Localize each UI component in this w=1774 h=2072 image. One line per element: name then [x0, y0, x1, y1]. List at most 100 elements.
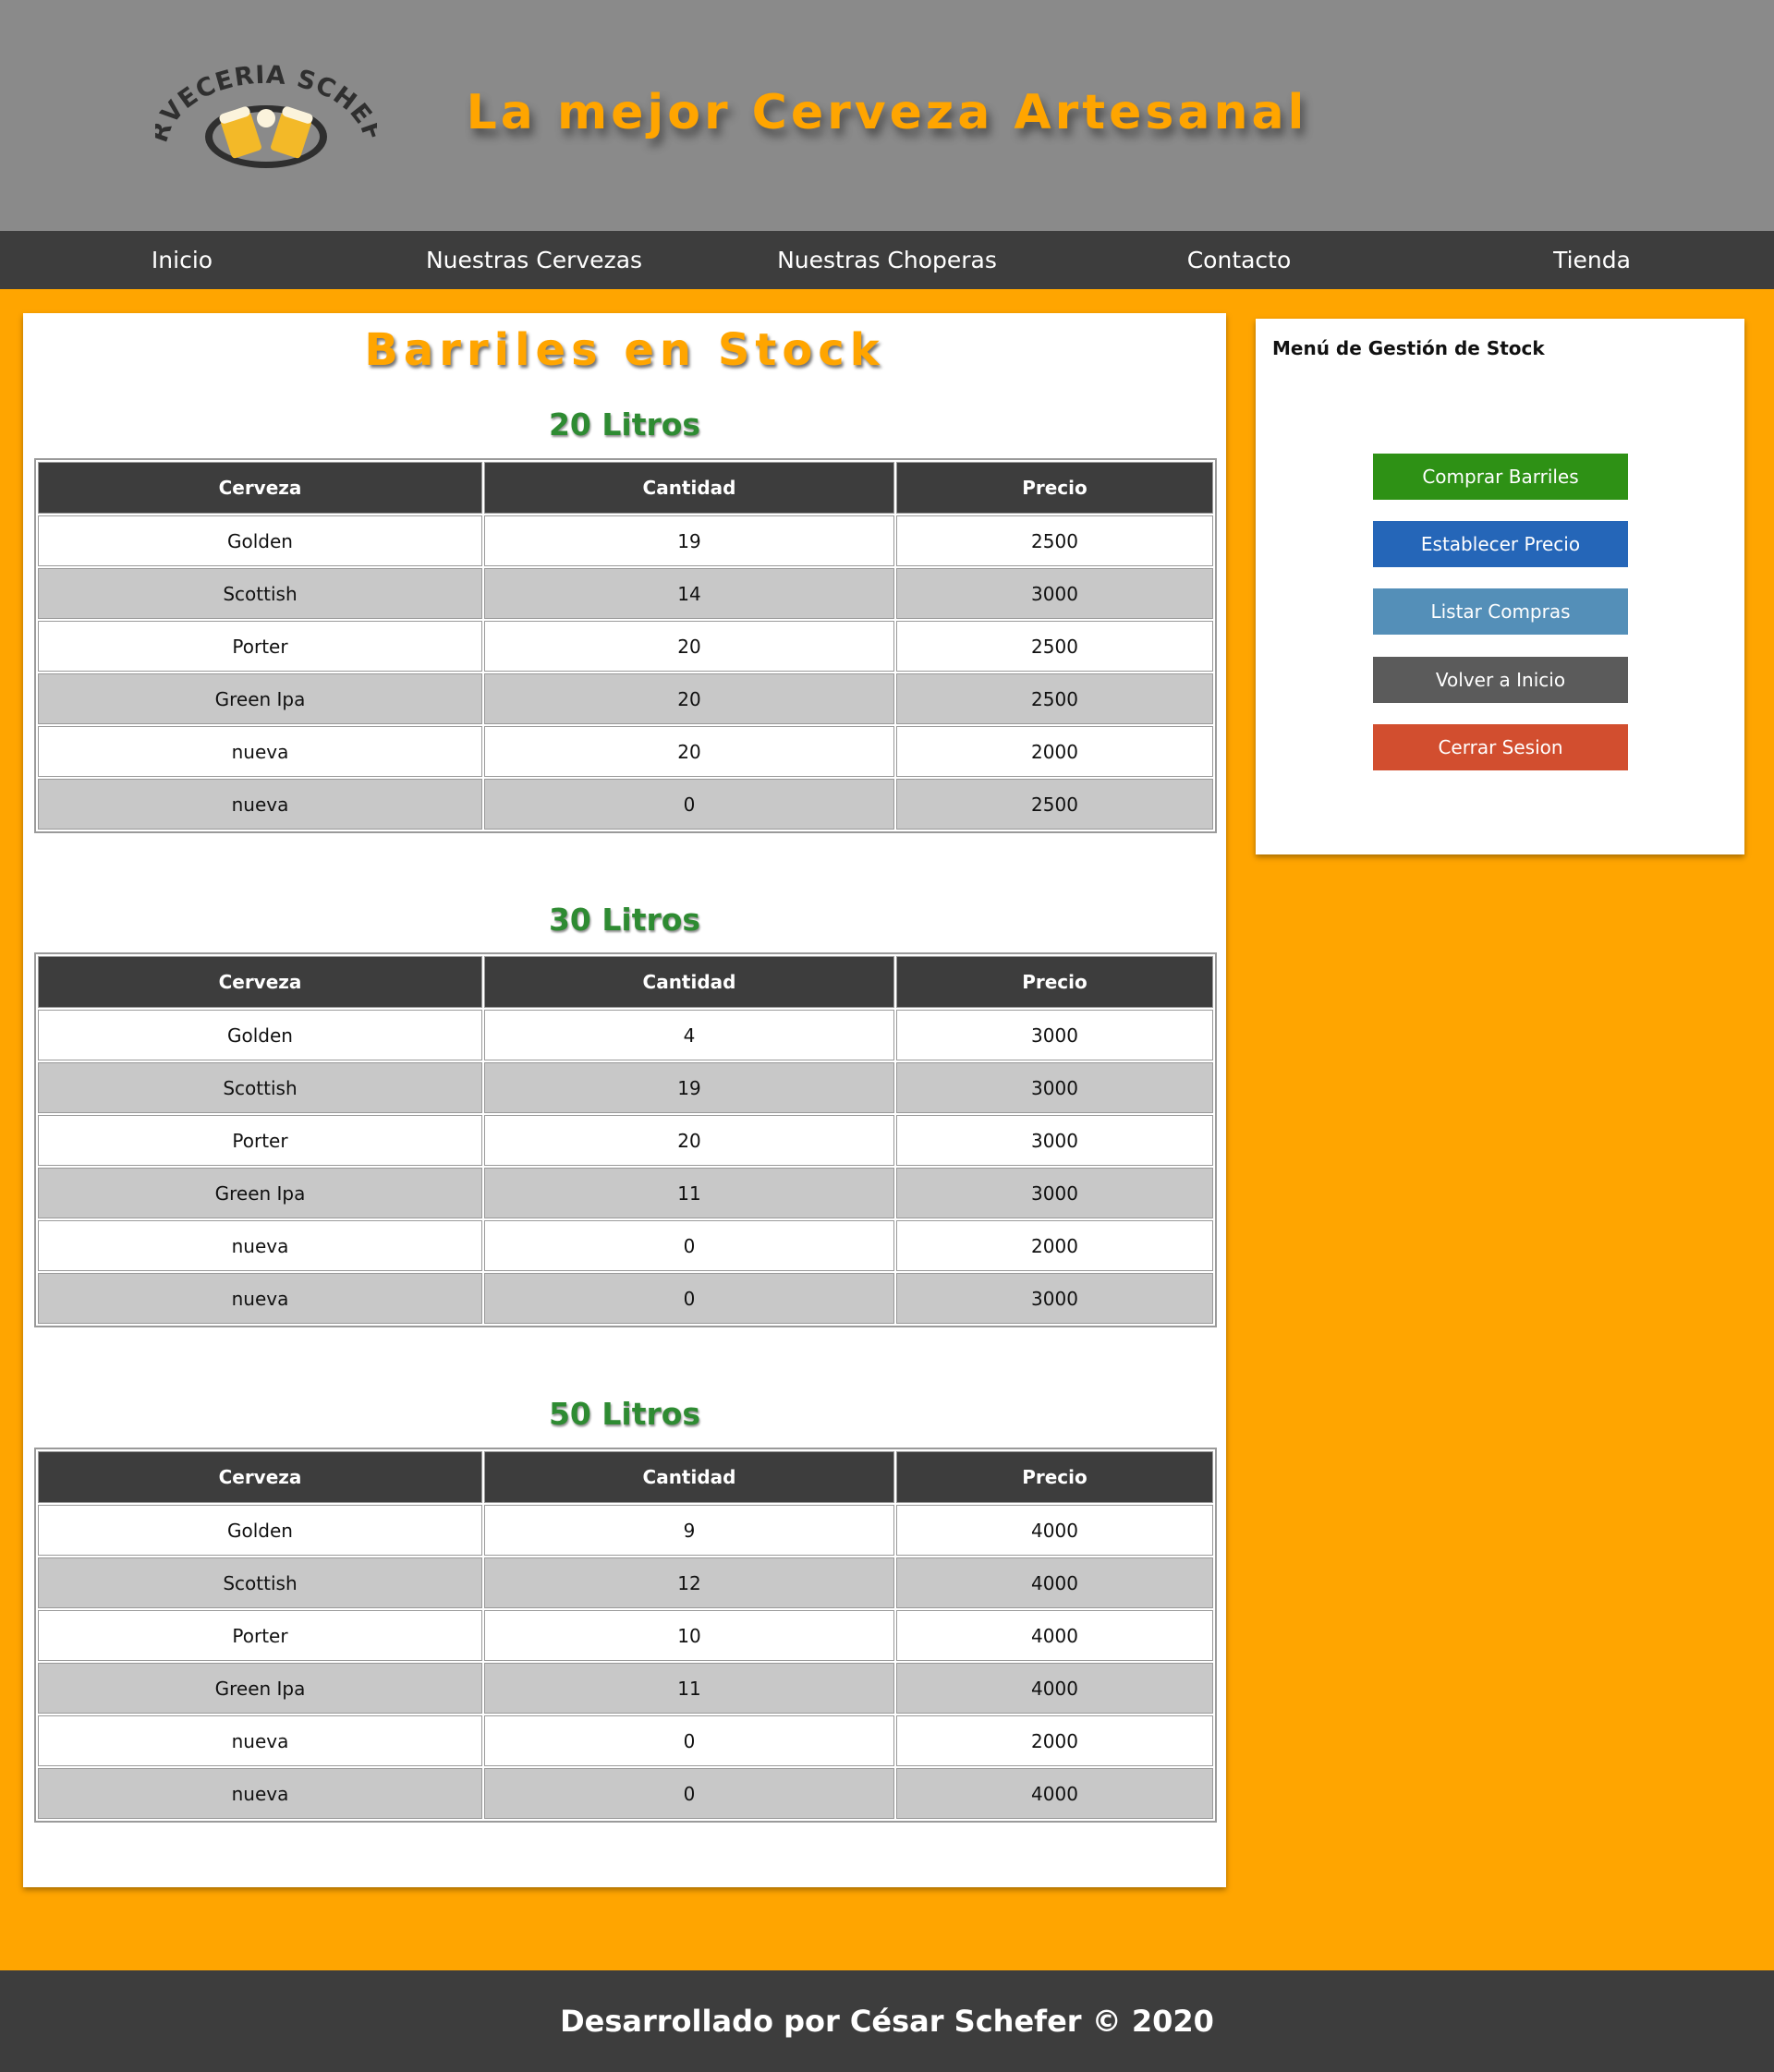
cell-precio: 3000	[896, 1062, 1213, 1113]
cell-cerveza: nueva	[38, 1768, 482, 1819]
cell-cerveza: Porter	[38, 1610, 482, 1661]
cell-cantidad: 20	[484, 673, 894, 724]
cell-precio: 3000	[896, 1273, 1213, 1324]
column-header-precio: Precio	[896, 956, 1213, 1008]
table-row: Porter 20 2500	[38, 621, 1213, 672]
cell-precio: 2500	[896, 779, 1213, 830]
column-header-cerveza: Cerveza	[38, 1451, 482, 1503]
site-footer: Desarrollado por César Schefer © 2020	[0, 1970, 1774, 2072]
cell-cerveza: Green Ipa	[38, 1663, 482, 1714]
cell-cantidad: 20	[484, 621, 894, 672]
cell-cerveza: Scottish	[38, 1062, 482, 1113]
column-header-cantidad: Cantidad	[484, 462, 894, 514]
cell-cerveza: nueva	[38, 1715, 482, 1766]
establecer-precio-button[interactable]: Establecer Precio	[1373, 521, 1628, 567]
table-row: Green Ipa 11 3000	[38, 1168, 1213, 1218]
cell-cerveza: Scottish	[38, 568, 482, 619]
nav-item-nuestras-choperas[interactable]: Nuestras Choperas	[710, 231, 1064, 289]
cell-precio: 4000	[896, 1663, 1213, 1714]
column-header-precio: Precio	[896, 462, 1213, 514]
cell-cantidad: 0	[484, 779, 894, 830]
cerrar-sesion-button[interactable]: Cerrar Sesion	[1373, 724, 1628, 770]
table-row: nueva 0 3000	[38, 1273, 1213, 1324]
cell-cerveza: nueva	[38, 779, 482, 830]
column-header-cerveza: Cerveza	[38, 956, 482, 1008]
menu-title: Menú de Gestión de Stock	[1272, 337, 1545, 359]
table-row: nueva 0 2500	[38, 779, 1213, 830]
footer-credits: Desarrollado por César Schefer © 2020	[560, 2004, 1214, 2039]
cell-precio: 4000	[896, 1610, 1213, 1661]
table-row: nueva 0 2000	[38, 1715, 1213, 1766]
column-header-cantidad: Cantidad	[484, 1451, 894, 1503]
cell-cerveza: nueva	[38, 1273, 482, 1324]
nav-item-inicio[interactable]: Inicio	[5, 231, 359, 289]
comprar-barriles-button[interactable]: Comprar Barriles	[1373, 454, 1628, 500]
column-header-cerveza: Cerveza	[38, 462, 482, 514]
cell-cantidad: 9	[484, 1505, 894, 1556]
cell-precio: 4000	[896, 1768, 1213, 1819]
table-row: Porter 20 3000	[38, 1115, 1213, 1166]
cell-cerveza: Golden	[38, 1505, 482, 1556]
cell-cerveza: Scottish	[38, 1557, 482, 1608]
site-title: La mejor Cerveza Artesanal	[466, 85, 1308, 140]
cell-precio: 2500	[896, 673, 1213, 724]
cell-precio: 2000	[896, 1715, 1213, 1766]
stock-management-menu: Menú de Gestión de Stock Comprar Barrile…	[1256, 319, 1744, 854]
page-title: Barriles en Stock	[364, 324, 885, 376]
cell-cantidad: 4	[484, 1010, 894, 1060]
table-row: Green Ipa 11 4000	[38, 1663, 1213, 1714]
table-header-row: Cerveza Cantidad Precio	[38, 1451, 1213, 1503]
cell-cerveza: Golden	[38, 1010, 482, 1060]
cell-precio: 3000	[896, 1115, 1213, 1166]
cell-cerveza: nueva	[38, 1220, 482, 1271]
table-row: Porter 10 4000	[38, 1610, 1213, 1661]
stock-table-50-litros: Cerveza Cantidad Precio Golden 9 4000 Scot…	[34, 1448, 1217, 1823]
listar-compras-button[interactable]: Listar Compras	[1373, 588, 1628, 635]
cell-precio: 4000	[896, 1557, 1213, 1608]
table-row: Golden 4 3000	[38, 1010, 1213, 1060]
main-nav: Inicio Nuestras Cervezas Nuestras Choper…	[0, 231, 1774, 289]
cell-precio: 2000	[896, 726, 1213, 777]
cell-precio: 4000	[896, 1505, 1213, 1556]
cell-cantidad: 11	[484, 1663, 894, 1714]
cell-cantidad: 0	[484, 1715, 894, 1766]
nav-item-contacto[interactable]: Contacto	[1062, 231, 1416, 289]
cell-precio: 2500	[896, 515, 1213, 566]
cell-cerveza: Golden	[38, 515, 482, 566]
cell-precio: 2500	[896, 621, 1213, 672]
table-header-row: Cerveza Cantidad Precio	[38, 956, 1213, 1008]
cell-cerveza: Porter	[38, 621, 482, 672]
cell-precio: 3000	[896, 1010, 1213, 1060]
nav-item-tienda[interactable]: Tienda	[1415, 231, 1769, 289]
cell-cantidad: 19	[484, 515, 894, 566]
cell-cantidad: 14	[484, 568, 894, 619]
cell-precio: 2000	[896, 1220, 1213, 1271]
cell-precio: 3000	[896, 568, 1213, 619]
volver-a-inicio-button[interactable]: Volver a Inicio	[1373, 657, 1628, 703]
cell-cantidad: 0	[484, 1768, 894, 1819]
table-row: Scottish 19 3000	[38, 1062, 1213, 1113]
cell-cantidad: 20	[484, 726, 894, 777]
nav-item-nuestras-cervezas[interactable]: Nuestras Cervezas	[357, 231, 711, 289]
table-row: nueva 0 2000	[38, 1220, 1213, 1271]
table-row: nueva 20 2000	[38, 726, 1213, 777]
stock-panel: Barriles en Stock 20 Litros Cerveza Cant…	[23, 313, 1226, 1887]
cell-cerveza: nueva	[38, 726, 482, 777]
cell-cerveza: Green Ipa	[38, 673, 482, 724]
cell-cantidad: 0	[484, 1220, 894, 1271]
table-row: nueva 0 4000	[38, 1768, 1213, 1819]
column-header-cantidad: Cantidad	[484, 956, 894, 1008]
stock-table-30-litros: Cerveza Cantidad Precio Golden 4 3000 Scot…	[34, 952, 1217, 1327]
cell-cantidad: 0	[484, 1273, 894, 1324]
section-title-30-litros: 30 Litros	[548, 902, 701, 938]
section-title-50-litros: 50 Litros	[548, 1396, 701, 1432]
table-row: Scottish 14 3000	[38, 568, 1213, 619]
site-header: CERVECERIA SCHEFER La mejor Cerveza Arte…	[0, 0, 1774, 231]
cell-cerveza: Green Ipa	[38, 1168, 482, 1218]
table-row: Golden 9 4000	[38, 1505, 1213, 1556]
cell-cantidad: 10	[484, 1610, 894, 1661]
section-title-20-litros: 20 Litros	[548, 406, 701, 442]
cell-cantidad: 19	[484, 1062, 894, 1113]
table-row: Scottish 12 4000	[38, 1557, 1213, 1608]
stock-table-20-litros: Cerveza Cantidad Precio Golden 19 2500 Sco…	[34, 458, 1217, 833]
